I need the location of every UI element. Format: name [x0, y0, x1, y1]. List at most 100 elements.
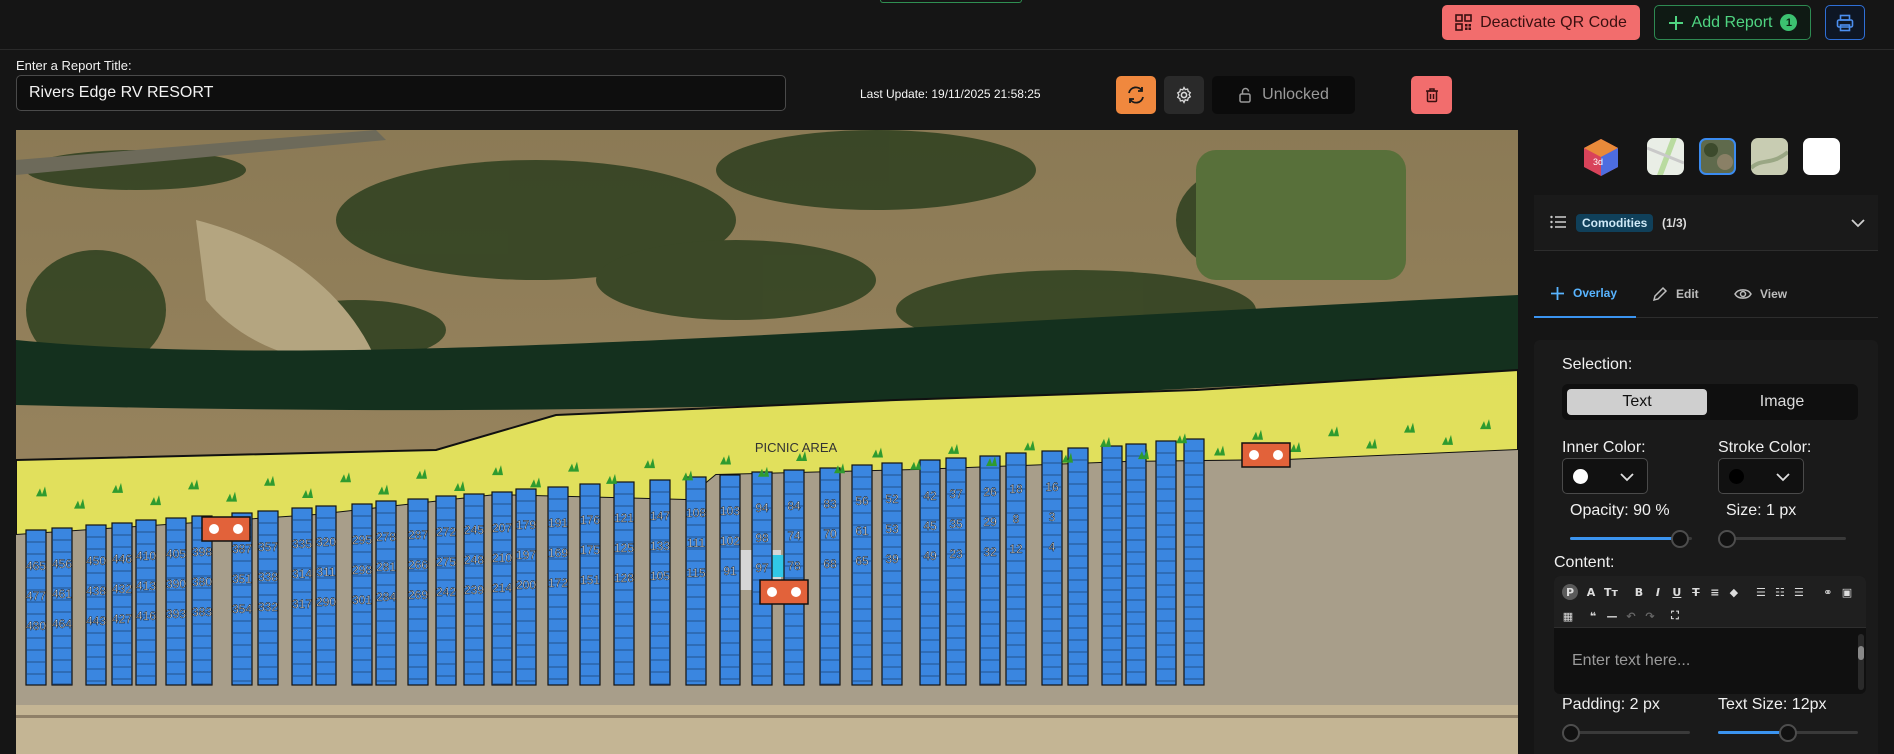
amenity-marker[interactable] [759, 579, 809, 605]
terrain-layer[interactable] [1749, 138, 1790, 175]
refresh-button[interactable] [1116, 76, 1156, 114]
site-number-label: 98 [755, 531, 769, 545]
stroke-color-label: Stroke Color: [1718, 439, 1812, 456]
text-size-slider[interactable] [1718, 724, 1858, 742]
site-number-label: 175 [580, 543, 600, 557]
site-number-label: 432 [112, 582, 132, 596]
rv-site-column[interactable] [1183, 438, 1205, 686]
add-report-label: Add Report [1691, 13, 1773, 31]
selection-image-option[interactable]: Image [1712, 389, 1852, 415]
top-tab-indicator[interactable] [880, 0, 1022, 3]
site-number-label: 393 [166, 607, 186, 621]
print-button[interactable] [1825, 5, 1865, 40]
tab-view[interactable]: View [1734, 270, 1787, 318]
street-map-layer[interactable] [1646, 138, 1685, 175]
deactivate-qr-button[interactable]: Deactivate QR Code [1442, 5, 1640, 40]
content-input[interactable] [1554, 628, 1854, 694]
horizontal-rule-icon[interactable]: — [1606, 608, 1618, 624]
refresh-icon [1128, 86, 1144, 104]
site-number-label: 320 [316, 535, 336, 549]
opacity-slider[interactable] [1570, 530, 1692, 548]
font-size-icon[interactable]: A [1585, 584, 1597, 600]
site-number-label: 295 [352, 533, 372, 547]
selection-text-option[interactable]: Text [1567, 389, 1707, 415]
align-center-icon[interactable]: ≡ [1709, 584, 1721, 600]
chevron-down-icon [1776, 473, 1790, 482]
editor-scrollbar[interactable] [1858, 634, 1864, 690]
inner-color-picker[interactable] [1562, 458, 1648, 494]
add-report-button[interactable]: Add Report 1 [1654, 5, 1811, 40]
insert-image-icon[interactable]: ▣ [1841, 584, 1853, 600]
link-icon[interactable]: ⚭ [1822, 584, 1834, 600]
bold-icon[interactable]: B [1633, 584, 1645, 600]
checklist-icon[interactable]: ☰ [1793, 584, 1805, 600]
settings-button[interactable] [1164, 76, 1204, 114]
selection-toggle: Text Image [1562, 384, 1858, 420]
inner-color-label: Inner Color: [1562, 439, 1646, 456]
site-number-label: 121 [614, 511, 634, 525]
site-number-label: 214 [492, 581, 512, 595]
site-number-label: 83 [823, 497, 837, 511]
site-number-label: 91 [723, 564, 737, 578]
text-color-icon[interactable]: ◆ [1728, 584, 1740, 600]
site-number-label: 317 [292, 597, 312, 611]
table-icon[interactable]: ▦ [1562, 608, 1574, 624]
opacity-label: Opacity: 90 % [1570, 502, 1670, 519]
site-number-label: 29 [983, 515, 997, 529]
site-number-label: 413 [136, 579, 156, 593]
rv-site-column[interactable] [257, 510, 279, 686]
commodity-chip: Comodities [1576, 214, 1654, 232]
underline-icon[interactable]: U [1671, 584, 1683, 600]
amenity-marker[interactable] [1241, 442, 1291, 468]
3d-cube-icon[interactable]: 3d [1580, 136, 1622, 178]
text-transform-icon[interactable]: Tт [1604, 584, 1618, 600]
quote-icon[interactable]: ❝ [1587, 608, 1599, 624]
lock-toggle-button[interactable]: Unlocked [1212, 76, 1355, 114]
site-number-label: 298 [352, 563, 372, 577]
report-title-input[interactable] [16, 75, 786, 111]
site-number-label: 245 [464, 523, 484, 537]
satellite-layer[interactable] [1699, 138, 1736, 175]
undo-icon[interactable]: ↶ [1625, 608, 1637, 624]
delete-button[interactable] [1411, 76, 1452, 114]
map-canvas[interactable]: PICNIC AREA 465 477 480 456 461 464 450 438 443 4… [16, 130, 1518, 754]
site-number-label: 275 [436, 555, 456, 569]
rv-site-column[interactable] [1155, 440, 1177, 686]
commodity-count: (1/3) [1662, 216, 1687, 230]
stroke-color-picker[interactable] [1718, 458, 1804, 494]
padding-slider[interactable] [1562, 724, 1690, 742]
rv-site-column[interactable] [165, 517, 187, 686]
italic-icon[interactable]: I [1652, 584, 1664, 600]
bullet-list-icon[interactable]: ☰ [1755, 584, 1767, 600]
site-number-label: 446 [112, 552, 132, 566]
site-number-label: 172 [548, 576, 568, 590]
site-number-label: 239 [464, 583, 484, 597]
site-number-label: 111 [687, 536, 706, 550]
amenity-marker[interactable] [201, 516, 251, 542]
tab-edit[interactable]: Edit [1652, 270, 1699, 318]
blank-layer[interactable] [1803, 138, 1840, 175]
paragraph-icon[interactable]: P [1562, 584, 1578, 600]
qr-code-icon [1455, 14, 1472, 31]
chevron-down-icon[interactable] [1850, 217, 1866, 229]
site-number-label: 416 [136, 609, 156, 623]
rv-site-column[interactable] [135, 519, 157, 686]
site-number-label: 65 [855, 554, 869, 568]
redo-icon[interactable]: ↷ [1644, 608, 1656, 624]
commodities-header[interactable]: Comodities (1/3) [1534, 195, 1878, 251]
lock-status-label: Unlocked [1262, 86, 1329, 103]
strikethrough-icon[interactable]: T [1690, 584, 1702, 600]
tab-overlay[interactable]: Overlay [1534, 270, 1636, 318]
ordered-list-icon[interactable]: ☷ [1774, 584, 1786, 600]
size-slider[interactable] [1718, 530, 1846, 548]
site-number-label: 281 [376, 560, 396, 574]
site-number-label: 301 [352, 593, 372, 607]
rv-site-column[interactable] [51, 527, 73, 686]
rv-site-column[interactable] [1067, 447, 1089, 686]
site-number-label: 97 [755, 561, 769, 575]
site-number-label: 151 [580, 573, 600, 587]
fullscreen-icon[interactable]: ⛶ [1669, 608, 1681, 624]
site-number-label: 23 [949, 547, 963, 561]
site-number-label: 477 [26, 589, 46, 603]
site-number-label: 3 [1049, 510, 1056, 524]
